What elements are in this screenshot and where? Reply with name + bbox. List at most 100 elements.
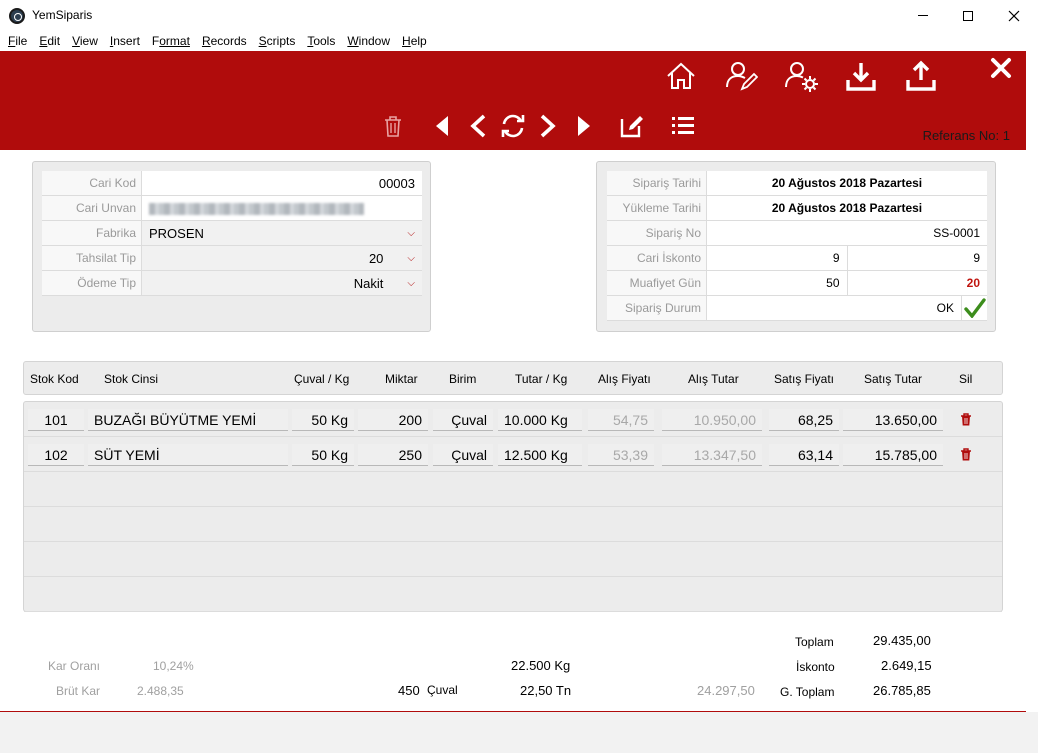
header-cuval-kg[interactable]: Çuval / Kg [294, 372, 349, 386]
next-record-button[interactable] [537, 113, 559, 139]
siparis-no-label: Sipariş No [607, 221, 707, 245]
cell-birim[interactable]: Çuval [433, 444, 493, 466]
user-settings-button[interactable] [783, 59, 819, 93]
menu-format[interactable]: Format [152, 34, 190, 48]
cell-miktar[interactable]: 200 [358, 409, 428, 431]
empty-row[interactable] [24, 577, 1002, 612]
cell-satis-tutar[interactable]: 15.785,00 [843, 444, 943, 466]
muafiyet-field-1[interactable]: 50 [707, 271, 848, 295]
header-stok-kod[interactable]: Stok Kod [30, 372, 79, 386]
menu-bar: File Edit View Insert Format Records Scr… [0, 31, 1038, 51]
cari-kod-field[interactable]: 00003 [142, 171, 422, 195]
header-birim[interactable]: Birim [449, 372, 476, 386]
kar-orani-label: Kar Oranı [48, 659, 101, 673]
cari-iskonto-field-2[interactable]: 9 [848, 246, 988, 270]
maximize-button[interactable] [945, 0, 991, 31]
order-lines-grid: 101 BUZAĞI BÜYÜTME YEMİ 50 Kg 200 Çuval … [23, 401, 1003, 612]
odeme-label: Ödeme Tip [42, 271, 142, 295]
tahsilat-select[interactable]: 20 ⌵ [142, 246, 422, 270]
user-edit-button[interactable] [724, 59, 758, 93]
reference-number: Referans No: 1 [922, 128, 1010, 143]
fabrika-row: Fabrika PROSEN ⌵ [42, 221, 422, 246]
cari-iskonto-field-1[interactable]: 9 [707, 246, 848, 270]
odeme-select[interactable]: Nakit ⌵ [142, 271, 422, 295]
upload-button[interactable] [904, 59, 938, 93]
delete-record-button[interactable] [381, 113, 405, 139]
header-satis-tutar[interactable]: Satış Tutar [864, 372, 922, 386]
header-stok-cinsi[interactable]: Stok Cinsi [104, 372, 158, 386]
minimize-button[interactable] [900, 0, 946, 31]
header-satis-fiyati[interactable]: Satış Fiyatı [774, 372, 834, 386]
menu-records[interactable]: Records [202, 34, 247, 48]
muafiyet-field-2[interactable]: 20 [848, 271, 988, 295]
cari-unvan-field[interactable] [142, 196, 422, 220]
table-row[interactable]: 102 SÜT YEMİ 50 Kg 250 Çuval 12.500 Kg 5… [24, 437, 1002, 472]
trash-icon [961, 413, 971, 426]
cell-alis-fiyati[interactable]: 54,75 [588, 409, 654, 431]
cell-cuval-kg[interactable]: 50 Kg [292, 409, 354, 431]
fabrika-select[interactable]: PROSEN ⌵ [142, 221, 422, 245]
cell-stok-cinsi[interactable]: BUZAĞI BÜYÜTME YEMİ [88, 409, 288, 431]
cell-miktar[interactable]: 250 [358, 444, 428, 466]
refresh-button[interactable] [499, 112, 527, 140]
header-sil: Sil [959, 372, 973, 386]
empty-row[interactable] [24, 507, 1002, 542]
menu-window[interactable]: Window [347, 34, 390, 48]
download-button[interactable] [844, 59, 878, 93]
edit-record-button[interactable] [618, 112, 646, 140]
brut-kar-value: 2.488,35 [137, 684, 184, 698]
status-check[interactable] [962, 296, 987, 320]
status-strip [0, 712, 1038, 753]
cell-satis-fiyati[interactable]: 63,14 [769, 444, 839, 466]
cell-alis-tutar[interactable]: 13.347,50 [662, 444, 762, 466]
siparis-durum-field[interactable]: OK [707, 296, 962, 320]
menu-edit[interactable]: Edit [39, 34, 60, 48]
cell-alis-fiyati[interactable]: 53,39 [588, 444, 654, 466]
window-close-button[interactable] [991, 0, 1037, 31]
cari-unvan-row: Cari Unvan [42, 196, 422, 221]
yukleme-tarihi-field[interactable]: 20 Ağustos 2018 Pazartesi [707, 196, 987, 220]
cell-satis-fiyati[interactable]: 68,25 [769, 409, 839, 431]
customer-panel: Cari Kod 00003 Cari Unvan Fabrika PROSEN… [32, 161, 431, 332]
cell-satis-tutar[interactable]: 13.650,00 [843, 409, 943, 431]
cell-stok-cinsi[interactable]: SÜT YEMİ [88, 444, 288, 466]
menu-insert[interactable]: Insert [110, 34, 140, 48]
menu-view[interactable]: View [72, 34, 98, 48]
siparis-tarihi-label: Sipariş Tarihi [607, 171, 707, 195]
toplam-value: 29.435,00 [873, 633, 931, 648]
menu-help[interactable]: Help [402, 34, 427, 48]
close-form-button[interactable] [988, 55, 1014, 81]
cell-stok-kod[interactable]: 101 [28, 409, 84, 431]
title-bar: YemSiparis [0, 0, 1038, 31]
delete-row-button[interactable] [960, 413, 972, 429]
menu-scripts[interactable]: Scripts [259, 34, 296, 48]
cell-tutar-kg[interactable]: 10.000 Kg [498, 409, 582, 431]
menu-tools[interactable]: Tools [307, 34, 335, 48]
table-row[interactable]: 101 BUZAĞI BÜYÜTME YEMİ 50 Kg 200 Çuval … [24, 402, 1002, 437]
siparis-no-field[interactable]: SS-0001 [707, 221, 987, 245]
first-record-button[interactable] [432, 113, 452, 139]
siparis-tarihi-field[interactable]: 20 Ağustos 2018 Pazartesi [707, 171, 987, 195]
empty-row[interactable] [24, 542, 1002, 577]
header-alis-fiyati[interactable]: Alış Fiyatı [598, 372, 651, 386]
header-tutar-kg[interactable]: Tutar / Kg [515, 372, 567, 386]
delete-row-button[interactable] [960, 448, 972, 464]
header-alis-tutar[interactable]: Alış Tutar [688, 372, 739, 386]
cell-stok-kod[interactable]: 102 [28, 444, 84, 466]
last-record-button[interactable] [574, 113, 594, 139]
iskonto-label: İskonto [796, 660, 835, 674]
cell-alis-tutar[interactable]: 10.950,00 [662, 409, 762, 431]
previous-record-button[interactable] [467, 113, 489, 139]
header-miktar[interactable]: Miktar [385, 372, 418, 386]
empty-row[interactable] [24, 472, 1002, 507]
menu-file[interactable]: File [8, 34, 27, 48]
cari-kod-row: Cari Kod 00003 [42, 171, 422, 196]
odeme-row: Ödeme Tip Nakit ⌵ [42, 271, 422, 296]
total-kg: 22.500 Kg [511, 658, 571, 673]
list-view-button[interactable] [670, 113, 696, 139]
cell-birim[interactable]: Çuval [433, 409, 493, 431]
cell-cuval-kg[interactable]: 50 Kg [292, 444, 354, 466]
app-icon [9, 8, 25, 24]
cell-tutar-kg[interactable]: 12.500 Kg [498, 444, 582, 466]
home-button[interactable] [664, 59, 698, 93]
